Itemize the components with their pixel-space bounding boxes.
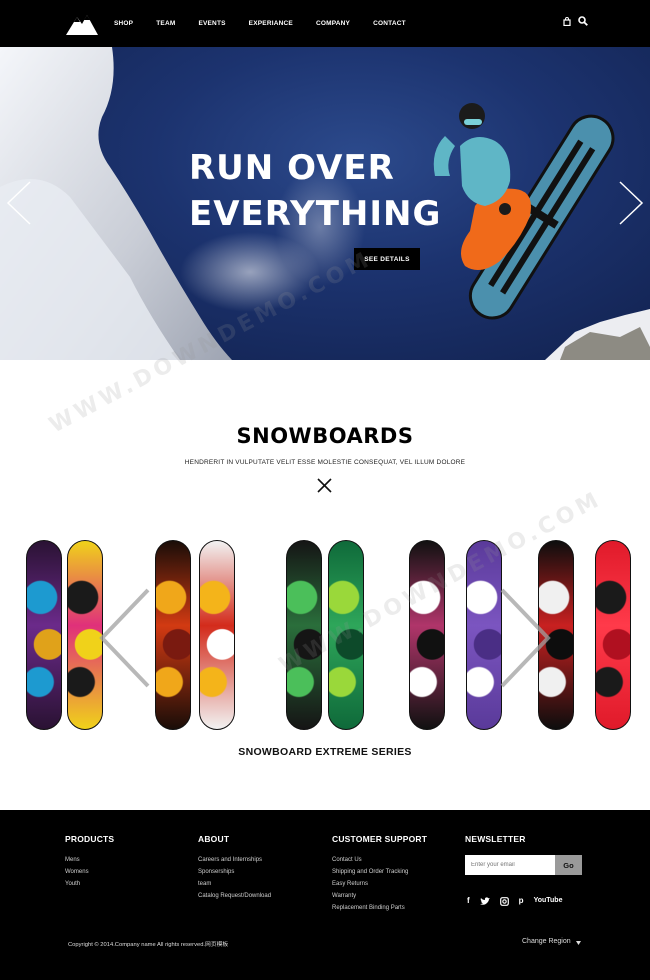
mountain-logo-icon[interactable]: [66, 11, 98, 35]
nav-experiance[interactable]: EXPERIANCE: [249, 20, 293, 27]
footer-products-column: PRODUCTS Mens Womens Youth: [65, 834, 114, 890]
snowboarder-image: [433, 103, 615, 320]
snowboards-subtitle: HENDRERIT IN VULPUTATE VELIT ESSE MOLEST…: [184, 459, 466, 466]
social-links: f p YouTube: [467, 896, 562, 906]
twitter-icon[interactable]: [479, 896, 490, 906]
footer-link-mens[interactable]: Mens: [65, 854, 114, 866]
newsletter-form: Go: [465, 855, 582, 875]
nav-contact[interactable]: CONTACT: [373, 20, 406, 27]
hero-title: RUN OVER EVERYTHING: [189, 145, 441, 237]
instagram-icon[interactable]: [499, 896, 509, 906]
footer-newsletter-title: NEWSLETTER: [465, 834, 526, 844]
hero-next-arrow-icon[interactable]: [618, 180, 644, 226]
footer-link-careers[interactable]: Careers and Internships: [198, 854, 271, 866]
hero-prev-arrow-icon[interactable]: [6, 180, 32, 226]
snowboards-title: SNOWBOARDS: [236, 424, 414, 448]
footer-link-binding-parts[interactable]: Replacement Binding Parts: [332, 902, 427, 914]
carousel-prev-arrow-icon[interactable]: [98, 588, 152, 688]
footer: PRODUCTS Mens Womens Youth ABOUT Careers…: [0, 810, 650, 980]
footer-link-youth[interactable]: Youth: [65, 878, 114, 890]
youtube-icon[interactable]: YouTube: [534, 896, 563, 906]
footer-link-catalog[interactable]: Catalog Request/Download: [198, 890, 271, 902]
snowboard-product-image[interactable]: [328, 540, 364, 730]
newsletter-go-button[interactable]: Go: [555, 855, 582, 875]
footer-link-womens[interactable]: Womens: [65, 866, 114, 878]
footer-support-title: CUSTOMER SUPPORT: [332, 834, 428, 844]
snowboard-product-image[interactable]: [26, 540, 62, 730]
bag-icon[interactable]: [563, 16, 571, 26]
chevron-down-icon[interactable]: [576, 941, 581, 945]
facebook-icon[interactable]: f: [467, 896, 470, 906]
close-x-icon[interactable]: [316, 477, 333, 494]
footer-newsletter-column: NEWSLETTER: [465, 834, 526, 854]
nav-company[interactable]: COMPANY: [316, 20, 350, 27]
nav-links: SHOP TEAM EVENTS EXPERIANCE COMPANY CONT…: [114, 0, 429, 47]
nav-shop[interactable]: SHOP: [114, 20, 133, 27]
top-navbar: SHOP TEAM EVENTS EXPERIANCE COMPANY CONT…: [0, 0, 650, 47]
nav-team[interactable]: TEAM: [156, 20, 175, 27]
carousel-next-arrow-icon[interactable]: [498, 588, 552, 688]
footer-link-returns[interactable]: Easy Returns: [332, 878, 427, 890]
footer-link-sponserships[interactable]: Sponserships: [198, 866, 271, 878]
footer-link-warranty[interactable]: Warranty: [332, 890, 427, 902]
hero-title-line1: RUN OVER: [189, 148, 395, 188]
hero-title-line2: EVERYTHING: [189, 194, 442, 234]
snowboard-product-image[interactable]: [595, 540, 631, 730]
hero-slider: RUN OVER EVERYTHING SEE DETAILS: [0, 47, 650, 360]
footer-products-title: PRODUCTS: [65, 834, 115, 844]
nav-events[interactable]: EVENTS: [198, 20, 225, 27]
snowboard-product-image[interactable]: [409, 540, 445, 730]
snowboard-product-image[interactable]: [155, 540, 191, 730]
see-details-button[interactable]: SEE DETAILS: [354, 248, 420, 270]
series-title: SNOWBOARD EXTREME SERIES: [238, 746, 412, 758]
newsletter-email-input[interactable]: [465, 855, 555, 875]
pinterest-icon[interactable]: p: [519, 896, 524, 906]
footer-link-contact-us[interactable]: Contact Us: [332, 854, 427, 866]
snowboard-product-image[interactable]: [199, 540, 235, 730]
change-region-link[interactable]: Change Region: [522, 938, 571, 945]
copyright-text: Copyright © 2014.Company name All rights…: [68, 942, 229, 948]
search-icon[interactable]: [578, 16, 588, 26]
snowboard-product-image[interactable]: [286, 540, 322, 730]
nav-icons: [563, 16, 588, 26]
footer-link-shipping[interactable]: Shipping and Order Tracking: [332, 866, 427, 878]
footer-support-column: CUSTOMER SUPPORT Contact Us Shipping and…: [332, 834, 427, 914]
footer-about-column: ABOUT Careers and Internships Sponsershi…: [198, 834, 271, 902]
footer-about-title: ABOUT: [198, 834, 230, 844]
footer-link-team[interactable]: team: [198, 878, 271, 890]
snowboard-product-image[interactable]: [466, 540, 502, 730]
